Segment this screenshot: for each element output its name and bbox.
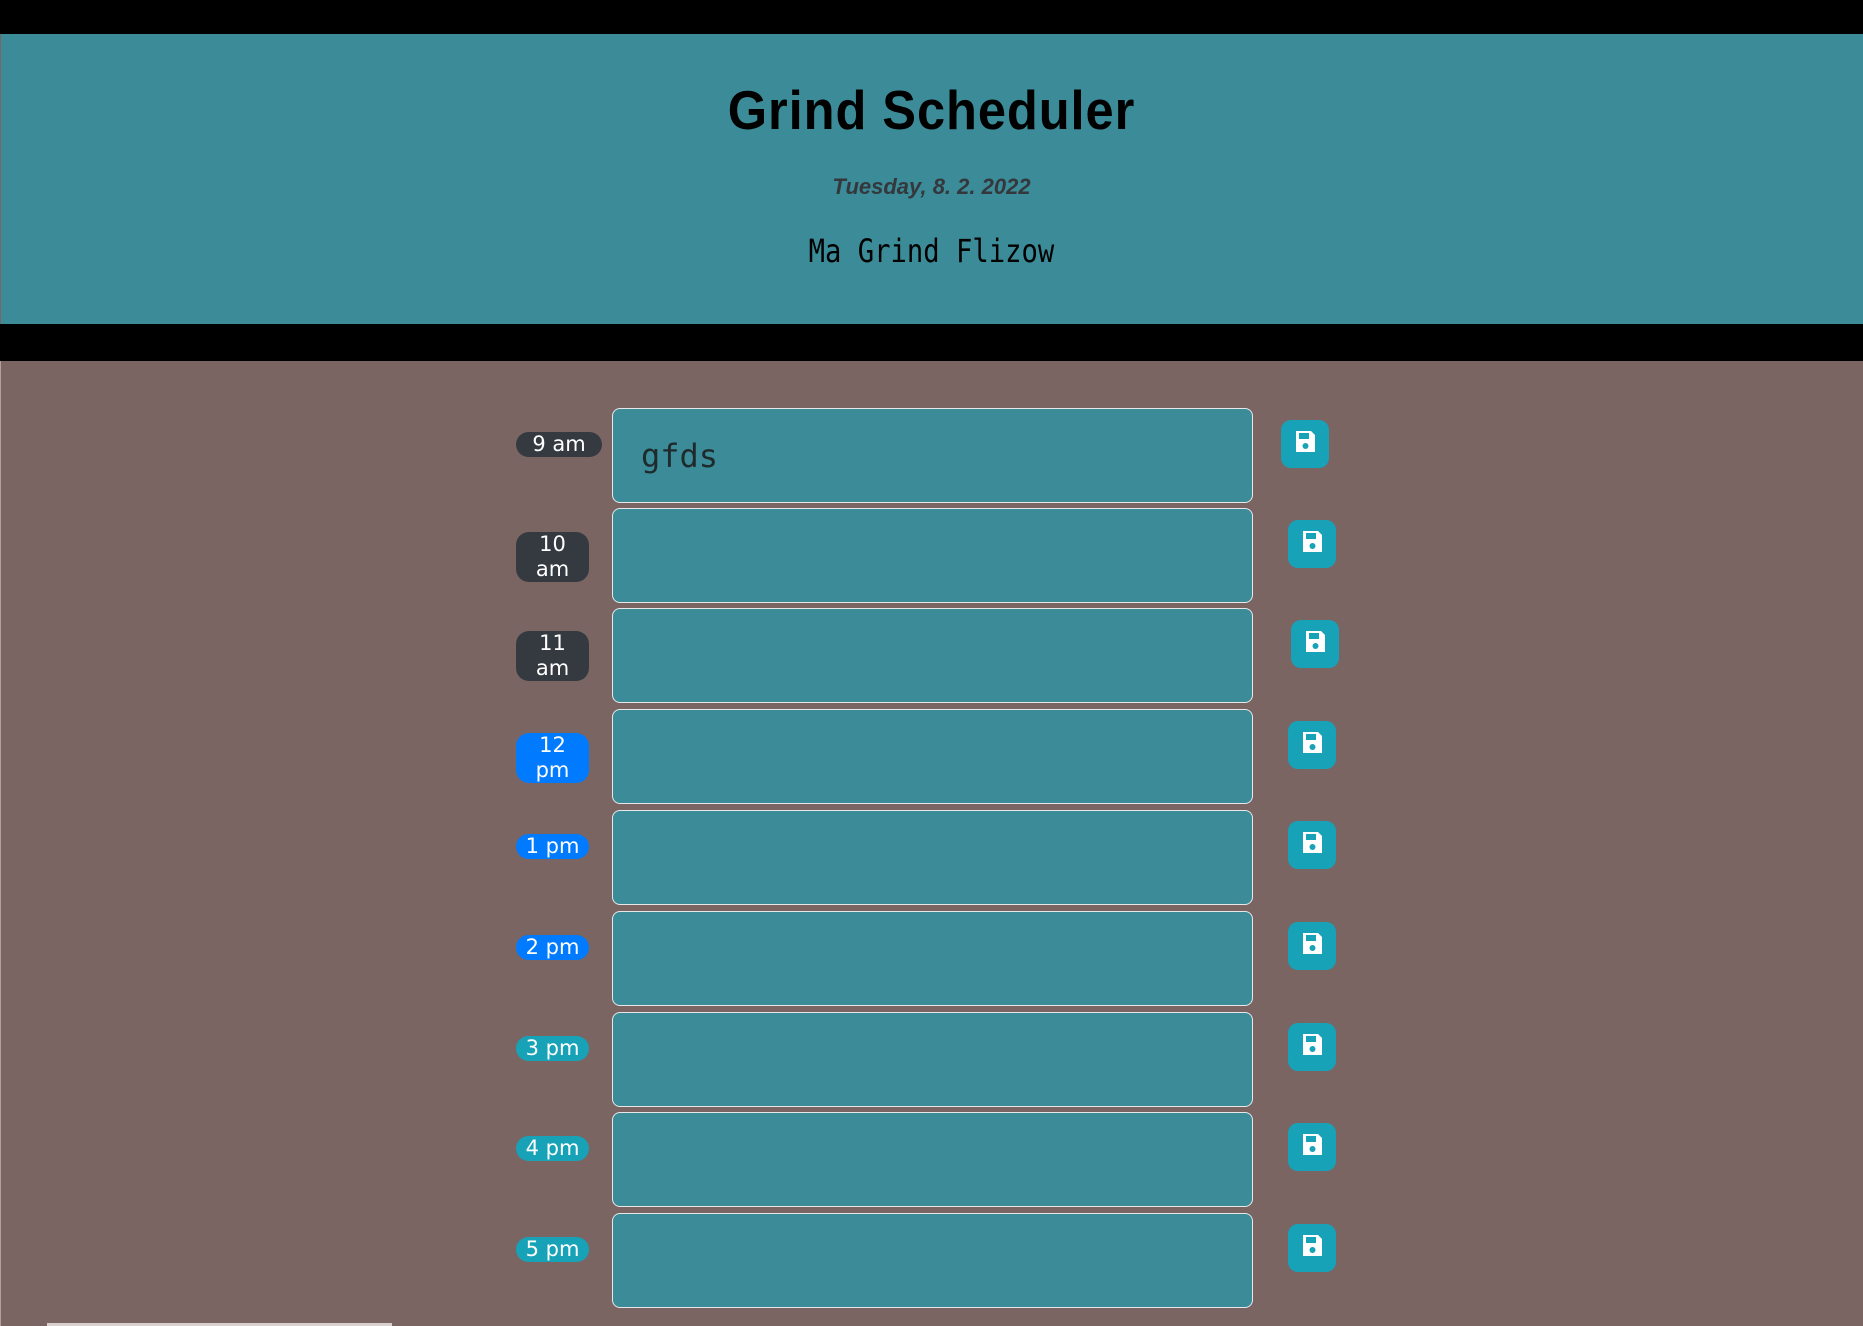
top-border: [0, 0, 1863, 34]
floppy-disk-icon: [1303, 732, 1322, 753]
event-text-area[interactable]: [612, 911, 1253, 1006]
floppy-disk-icon: [1303, 1034, 1322, 1055]
save-button[interactable]: [1288, 721, 1336, 769]
event-text-area[interactable]: [612, 608, 1253, 703]
floppy-disk-icon: [1303, 933, 1322, 954]
current-date: Tuesday, 8. 2. 2022: [832, 174, 1031, 199]
event-text-area[interactable]: [612, 1213, 1253, 1308]
floppy-disk-icon: [1306, 631, 1325, 652]
hour-label: 2 pm: [516, 935, 589, 960]
save-button[interactable]: [1288, 922, 1336, 970]
hour-label: 3 pm: [516, 1036, 589, 1061]
time-block-row: 5 pm: [0, 1213, 1863, 1313]
save-button[interactable]: [1288, 520, 1336, 568]
event-text-area[interactable]: [612, 810, 1253, 905]
hour-label: 1 pm: [516, 834, 589, 859]
time-block-row: 11 am: [0, 608, 1863, 708]
time-block-row: 4 pm: [0, 1112, 1863, 1212]
hour-label: 10 am: [516, 532, 589, 582]
time-block-row: 1 pm: [0, 810, 1863, 910]
time-block-row: 2 pm: [0, 911, 1863, 1011]
save-button[interactable]: [1291, 620, 1339, 668]
hour-label: 9 am: [516, 432, 602, 457]
hour-label: 12 pm: [516, 733, 589, 783]
floppy-disk-icon: [1303, 1134, 1322, 1155]
floppy-disk-icon: [1303, 832, 1322, 853]
event-text-area[interactable]: [612, 1112, 1253, 1207]
save-button[interactable]: [1288, 1123, 1336, 1171]
event-text-area[interactable]: [612, 1012, 1253, 1107]
page-title: Grind Scheduler: [727, 79, 1136, 141]
header-bottom-border: [0, 324, 1863, 361]
page-subtitle: Ma Grind Flizow: [808, 232, 1055, 270]
event-text-area[interactable]: [612, 709, 1253, 804]
hour-label: 4 pm: [516, 1136, 589, 1161]
time-block-row: 10 am: [0, 508, 1863, 608]
floppy-disk-icon: [1303, 1235, 1322, 1256]
time-block-row: 3 pm: [0, 1012, 1863, 1112]
hour-label: 5 pm: [516, 1237, 589, 1262]
save-button[interactable]: [1288, 821, 1336, 869]
event-text-area[interactable]: [612, 508, 1253, 603]
floppy-disk-icon: [1296, 431, 1315, 452]
event-text-area[interactable]: gfds: [612, 408, 1253, 503]
time-block-row: 12 pm: [0, 709, 1863, 809]
save-button[interactable]: [1288, 1224, 1336, 1272]
save-button[interactable]: [1288, 1023, 1336, 1071]
time-block-row: 9 am gfds: [0, 408, 1863, 508]
save-button[interactable]: [1281, 420, 1329, 468]
hour-label: 11 am: [516, 631, 589, 681]
floppy-disk-icon: [1303, 531, 1322, 552]
